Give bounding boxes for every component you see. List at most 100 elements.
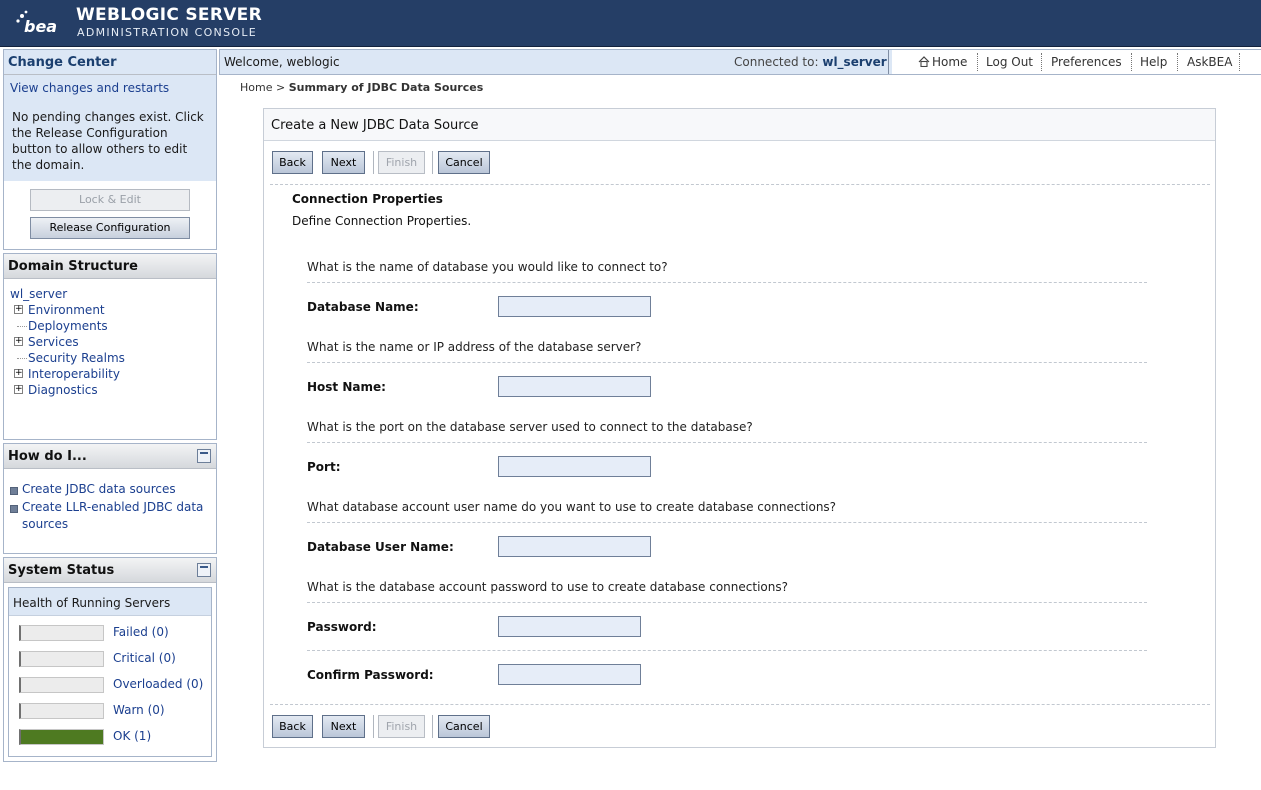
back-button[interactable]: Back bbox=[272, 715, 313, 738]
health-link-critical[interactable]: Critical (0) bbox=[113, 651, 176, 665]
label-port: Port: bbox=[307, 460, 341, 474]
nav-help-link[interactable]: Help bbox=[1140, 55, 1167, 69]
port-input[interactable] bbox=[498, 456, 651, 477]
confirm-password-input[interactable] bbox=[498, 664, 641, 685]
health-row-overloaded: Overloaded (0) bbox=[9, 668, 211, 694]
tree-item-label[interactable]: Services bbox=[28, 335, 79, 349]
tree-item-label[interactable]: Interoperability bbox=[28, 367, 120, 381]
nav-home-link[interactable]: Home bbox=[932, 55, 967, 69]
divider bbox=[307, 650, 1147, 651]
howto-create-jdbc-link[interactable]: Create JDBC data sources bbox=[8, 481, 216, 498]
top-nav: Home Log Out Preferences Help AskBEA bbox=[892, 50, 1261, 74]
top-bar: Welcome, weblogic Connected to: wl_serve… bbox=[219, 49, 1261, 75]
question-host-name: What is the name or IP address of the da… bbox=[307, 340, 642, 354]
system-status-title: System Status bbox=[4, 558, 216, 583]
tree-item-environment[interactable]: + Environment bbox=[10, 302, 216, 318]
nav-separator bbox=[977, 53, 978, 71]
label-password: Password: bbox=[307, 620, 377, 634]
finish-button[interactable]: Finish bbox=[378, 151, 425, 174]
change-center-title: Change Center bbox=[4, 50, 216, 75]
back-button[interactable]: Back bbox=[272, 151, 313, 174]
collapse-panel-icon[interactable] bbox=[197, 563, 211, 577]
health-row-failed: Failed (0) bbox=[9, 616, 211, 642]
expand-icon[interactable]: + bbox=[14, 337, 23, 346]
label-db-user: Database User Name: bbox=[307, 540, 454, 554]
host-name-input[interactable] bbox=[498, 376, 651, 397]
bea-logo-icon: bea bbox=[16, 10, 57, 36]
product-title: WEBLOGIC SERVER bbox=[76, 5, 262, 25]
divider bbox=[270, 704, 1210, 705]
logo-text: bea bbox=[24, 17, 57, 36]
how-do-i-panel: How do I... Create JDBC data sources Cre… bbox=[3, 443, 217, 554]
tree-item-label[interactable]: Diagnostics bbox=[28, 383, 98, 397]
howto-create-llr-jdbc-link[interactable]: Create LLR-enabled JDBC data sources bbox=[8, 499, 216, 533]
health-link-failed[interactable]: Failed (0) bbox=[113, 625, 169, 639]
section-description: Define Connection Properties. bbox=[292, 214, 472, 228]
domain-structure-panel: Domain Structure wl_server + Environment… bbox=[3, 253, 217, 440]
left-column: Change Center View changes and restarts … bbox=[3, 49, 217, 765]
question-db-user: What database account user name do you w… bbox=[307, 500, 837, 514]
release-configuration-button[interactable]: Release Configuration bbox=[30, 217, 190, 239]
tree-item-label[interactable]: Security Realms bbox=[28, 351, 125, 365]
tree-item-security-realms[interactable]: Security Realms bbox=[10, 350, 216, 366]
health-box: Health of Running Servers Failed (0) Cri… bbox=[8, 587, 212, 757]
view-changes-link[interactable]: View changes and restarts bbox=[4, 75, 216, 101]
console-header: bea WEBLOGIC SERVER ADMINISTRATION CONSO… bbox=[0, 0, 1261, 47]
tree-item-label[interactable]: Deployments bbox=[28, 319, 108, 333]
how-do-i-title-text: How do I... bbox=[8, 449, 87, 464]
collapse-panel-icon[interactable] bbox=[197, 449, 211, 463]
nav-preferences-link[interactable]: Preferences bbox=[1051, 55, 1122, 69]
domain-structure-title: Domain Structure bbox=[4, 254, 216, 279]
change-center-buttons: Lock & Edit Release Configuration bbox=[4, 181, 216, 249]
breadcrumb-current: Summary of JDBC Data Sources bbox=[288, 81, 484, 94]
health-link-ok[interactable]: OK (1) bbox=[113, 729, 151, 743]
database-user-input[interactable] bbox=[498, 536, 651, 557]
tree-item-diagnostics[interactable]: + Diagnostics bbox=[10, 382, 216, 398]
expand-icon[interactable]: + bbox=[14, 385, 23, 394]
cancel-button[interactable]: Cancel bbox=[438, 715, 490, 738]
health-bar bbox=[19, 729, 104, 745]
label-db-name: Database Name: bbox=[307, 300, 419, 314]
button-separator bbox=[373, 715, 374, 738]
home-icon[interactable] bbox=[918, 56, 930, 67]
health-row-warn: Warn (0) bbox=[9, 694, 211, 720]
divider bbox=[307, 602, 1147, 603]
system-status-title-text: System Status bbox=[8, 563, 115, 578]
finish-button[interactable]: Finish bbox=[378, 715, 425, 738]
tree-item-interoperability[interactable]: + Interoperability bbox=[10, 366, 216, 382]
divider bbox=[270, 184, 1210, 185]
tree-item-services[interactable]: + Services bbox=[10, 334, 216, 350]
nav-separator bbox=[1041, 53, 1042, 71]
breadcrumb-home-link[interactable]: Home bbox=[240, 81, 272, 94]
next-button[interactable]: Next bbox=[322, 151, 365, 174]
health-bar bbox=[19, 651, 104, 667]
expand-icon[interactable]: + bbox=[14, 305, 23, 314]
system-status-panel: System Status Health of Running Servers … bbox=[3, 557, 217, 762]
nav-askbea-link[interactable]: AskBEA bbox=[1187, 55, 1232, 69]
lock-edit-button[interactable]: Lock & Edit bbox=[30, 189, 190, 211]
change-center-message: No pending changes exist. Click the Rele… bbox=[4, 101, 216, 181]
form-title: Create a New JDBC Data Source bbox=[264, 109, 1215, 141]
expand-icon[interactable]: + bbox=[14, 369, 23, 378]
next-button[interactable]: Next bbox=[322, 715, 365, 738]
connected-label: Connected to: bbox=[734, 55, 819, 69]
health-bar-fill bbox=[21, 730, 103, 744]
question-password: What is the database account password to… bbox=[307, 580, 788, 594]
cancel-button[interactable]: Cancel bbox=[438, 151, 490, 174]
how-do-i-title: How do I... bbox=[4, 444, 216, 469]
database-name-input[interactable] bbox=[498, 296, 651, 317]
breadcrumb: Home > Summary of JDBC Data Sources bbox=[240, 81, 483, 94]
tree-item-deployments[interactable]: Deployments bbox=[10, 318, 216, 334]
connected-info: Connected to: wl_server bbox=[734, 55, 887, 69]
change-center-panel: Change Center View changes and restarts … bbox=[3, 49, 217, 250]
password-input[interactable] bbox=[498, 616, 641, 637]
nav-logout-link[interactable]: Log Out bbox=[986, 55, 1033, 69]
tree-root-wl-server[interactable]: wl_server bbox=[10, 286, 216, 302]
tree-item-label[interactable]: Environment bbox=[28, 303, 105, 317]
server-name: wl_server bbox=[822, 55, 887, 69]
health-link-warn[interactable]: Warn (0) bbox=[113, 703, 165, 717]
health-link-overloaded[interactable]: Overloaded (0) bbox=[113, 677, 203, 691]
tree-connector bbox=[17, 326, 27, 327]
nav-separator bbox=[1131, 53, 1132, 71]
label-host-name: Host Name: bbox=[307, 380, 386, 394]
